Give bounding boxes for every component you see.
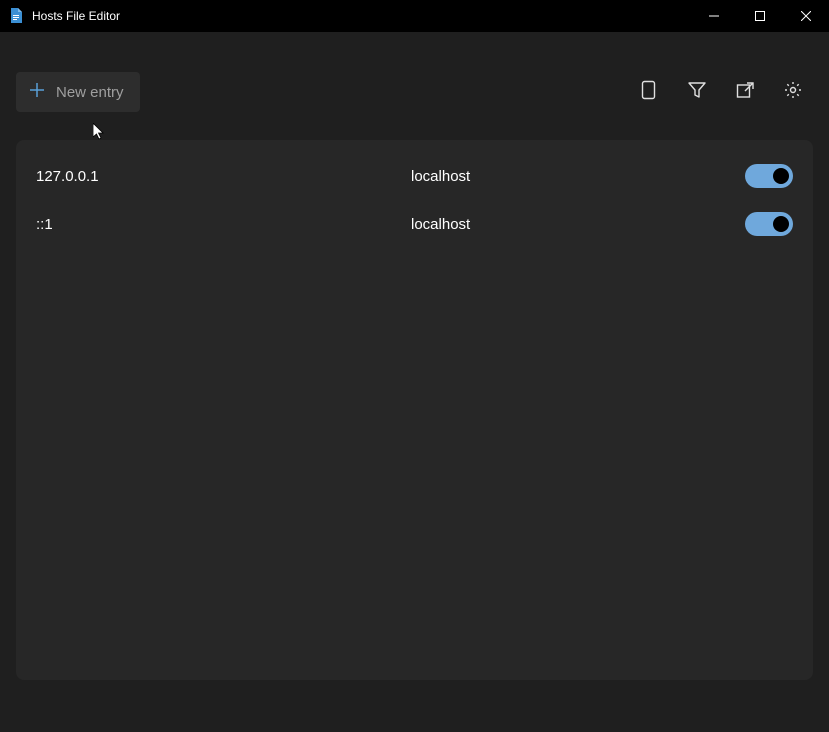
settings-button[interactable] bbox=[781, 80, 805, 104]
toggle-knob bbox=[773, 216, 789, 232]
toolbar-actions bbox=[637, 80, 813, 104]
open-external-icon bbox=[736, 81, 754, 104]
entry-row[interactable]: 127.0.0.1 localhost bbox=[16, 152, 813, 200]
toolbar: New entry bbox=[16, 72, 813, 112]
toggle-knob bbox=[773, 168, 789, 184]
entry-address: ::1 bbox=[36, 216, 411, 233]
entries-panel: 127.0.0.1 localhost ::1 localhost bbox=[16, 140, 813, 680]
document-icon bbox=[641, 80, 657, 105]
minimize-button[interactable] bbox=[691, 0, 737, 32]
titlebar: Hosts File Editor bbox=[0, 0, 829, 32]
window-title: Hosts File Editor bbox=[32, 9, 691, 23]
app-icon bbox=[8, 8, 24, 24]
plus-icon bbox=[28, 81, 46, 103]
filter-icon bbox=[688, 81, 706, 104]
close-button[interactable] bbox=[783, 0, 829, 32]
open-file-button[interactable] bbox=[733, 80, 757, 104]
entry-hostname: localhost bbox=[411, 216, 745, 233]
entry-row[interactable]: ::1 localhost bbox=[16, 200, 813, 248]
gear-icon bbox=[784, 81, 802, 104]
entry-hostname: localhost bbox=[411, 168, 745, 185]
content-area: New entry bbox=[0, 32, 829, 696]
maximize-button[interactable] bbox=[737, 0, 783, 32]
entry-toggle[interactable] bbox=[745, 164, 793, 188]
entry-toggle[interactable] bbox=[745, 212, 793, 236]
entry-address: 127.0.0.1 bbox=[36, 168, 411, 185]
window-controls bbox=[691, 0, 829, 32]
new-entry-button[interactable]: New entry bbox=[16, 72, 140, 112]
additional-lines-button[interactable] bbox=[637, 80, 661, 104]
filter-button[interactable] bbox=[685, 80, 709, 104]
new-entry-label: New entry bbox=[56, 84, 124, 101]
